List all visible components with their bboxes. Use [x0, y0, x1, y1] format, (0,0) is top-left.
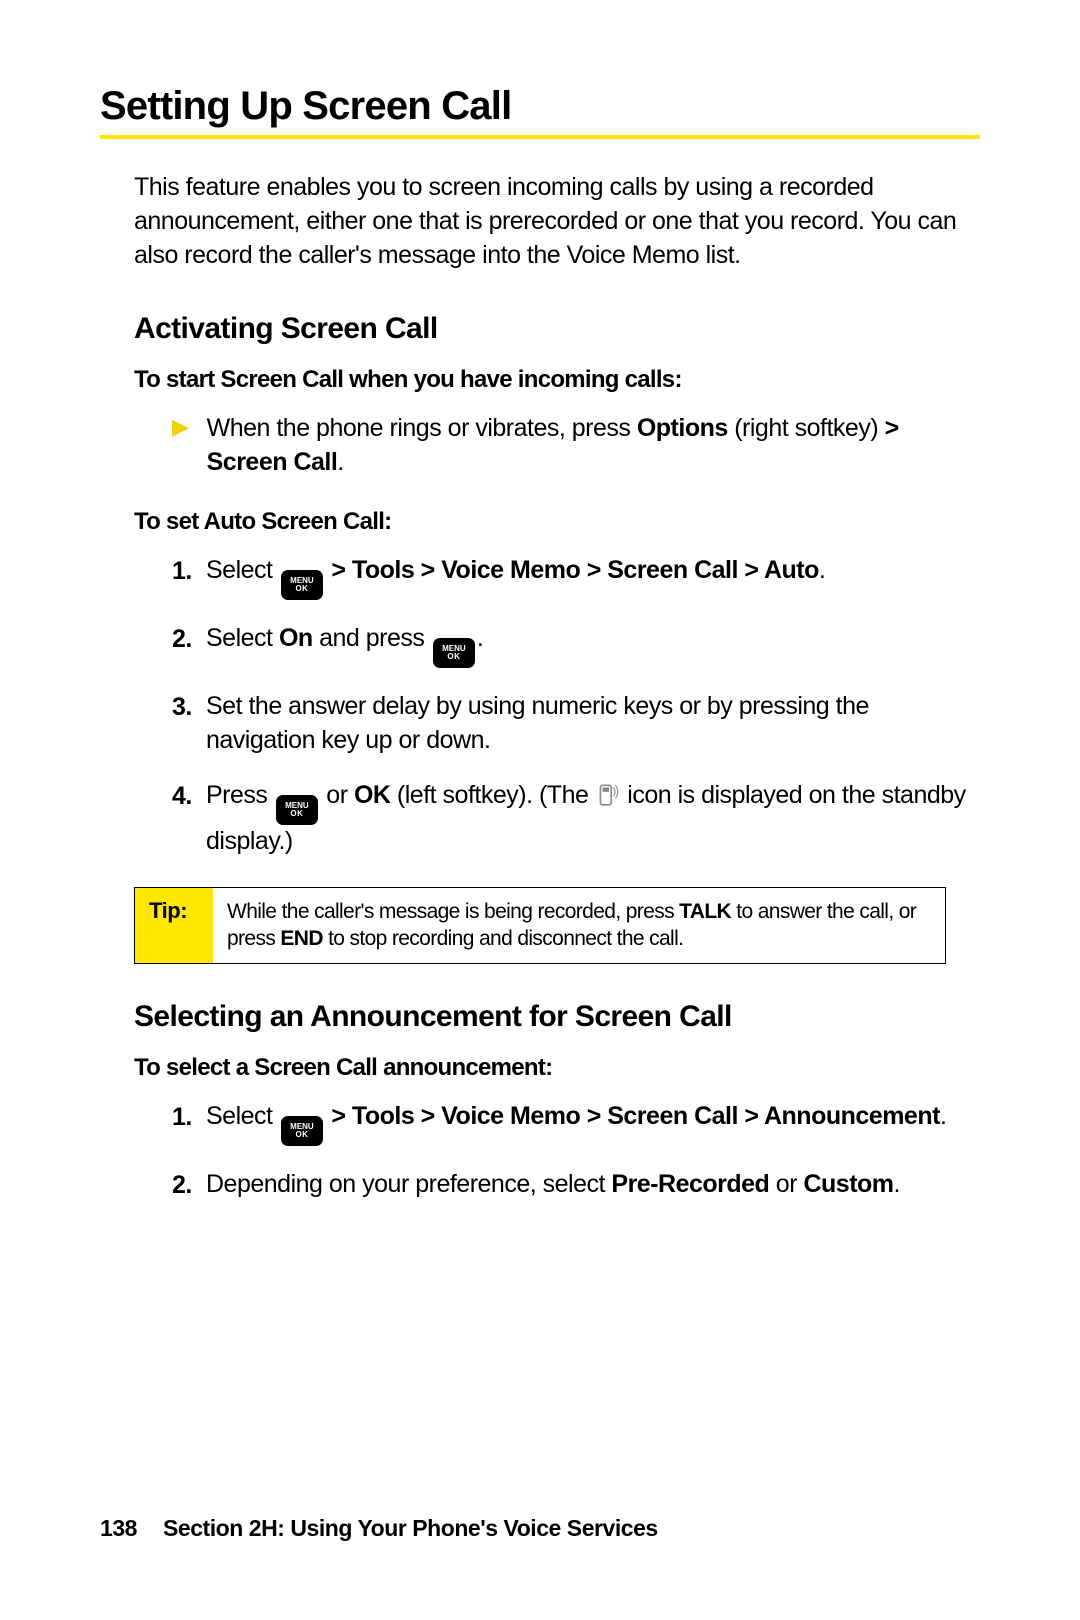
step-3: 3. Set the answer delay by using numeric… — [172, 690, 980, 758]
tip-text: While the caller's message is being reco… — [213, 888, 945, 963]
bold-path: > Tools > Voice Memo > Screen Call > Ann… — [325, 1102, 940, 1130]
text-fragment: or — [320, 781, 354, 809]
bold-custom: Custom — [803, 1170, 893, 1198]
step-text: Select MENUOK > Tools > Voice Memo > Scr… — [206, 1100, 980, 1146]
step-text: Set the answer delay by using numeric ke… — [206, 690, 980, 758]
text-fragment: When the phone rings or vibrates, press — [207, 414, 637, 442]
step-text: Select On and press MENUOK. — [206, 622, 980, 668]
step-number: 3. — [172, 690, 206, 758]
text-fragment: . — [337, 448, 343, 476]
step-text: Depending on your preference, select Pre… — [206, 1168, 980, 1203]
section-heading-announcement: Selecting an Announcement for Screen Cal… — [134, 1000, 980, 1034]
step-2: 2. Select On and press MENUOK. — [172, 622, 980, 668]
text-fragment: Select — [206, 624, 279, 652]
page-number: 138 — [100, 1515, 137, 1541]
bullet-item: ▶ When the phone rings or vibrates, pres… — [172, 412, 980, 480]
step-number: 2. — [172, 1168, 206, 1203]
bold-on: On — [279, 624, 313, 652]
bold-talk: TALK — [679, 900, 731, 923]
page-footer: 138 Section 2H: Using Your Phone's Voice … — [100, 1515, 658, 1542]
text-fragment: . — [477, 624, 483, 652]
text-fragment: . — [894, 1170, 900, 1198]
text-fragment: Select — [206, 1102, 279, 1130]
text-fragment: Depending on your preference, select — [206, 1170, 611, 1198]
page-title: Setting Up Screen Call — [100, 84, 980, 139]
step-1: 1. Select MENUOK > Tools > Voice Memo > … — [172, 554, 980, 600]
tip-label: Tip: — [135, 888, 213, 963]
text-fragment: or — [769, 1170, 803, 1198]
text-fragment: . — [819, 556, 825, 584]
bullet-text: When the phone rings or vibrates, press … — [207, 412, 980, 480]
step-number: 1. — [172, 554, 206, 600]
menu-ok-key-icon: MENUOK — [281, 570, 323, 600]
text-fragment: . — [940, 1102, 946, 1130]
text-fragment: and press — [313, 624, 431, 652]
step-text: Select MENUOK > Tools > Voice Memo > Scr… — [206, 554, 980, 600]
step-number: 1. — [172, 1100, 206, 1146]
bold-ok: OK — [354, 781, 391, 809]
step-number: 2. — [172, 622, 206, 668]
bold-options: Options — [637, 414, 728, 442]
tip-callout: Tip: While the caller's message is being… — [134, 887, 946, 964]
text-fragment: While the caller's message is being reco… — [227, 900, 679, 923]
phone-signal-icon — [595, 781, 621, 807]
menu-ok-key-icon: MENUOK — [433, 638, 475, 668]
intro-paragraph: This feature enables you to screen incom… — [134, 171, 980, 272]
text-fragment: Select — [206, 556, 279, 584]
step-4: 4. Press MENUOK or OK (left softkey). (T… — [172, 779, 980, 859]
bold-prerecorded: Pre-Recorded — [611, 1170, 769, 1198]
steps-list-announcement: 1. Select MENUOK > Tools > Voice Memo > … — [172, 1100, 980, 1203]
step-text: Press MENUOK or OK (left softkey). (The … — [206, 779, 980, 859]
text-fragment: (right softkey) — [728, 414, 885, 442]
subhead-select-announcement: To select a Screen Call announcement: — [134, 1054, 980, 1082]
text-fragment: to stop recording and disconnect the cal… — [323, 927, 683, 950]
section-heading-activating: Activating Screen Call — [134, 312, 980, 346]
subhead-auto-screen-call: To set Auto Screen Call: — [134, 508, 980, 536]
manual-page: Setting Up Screen Call This feature enab… — [0, 0, 1080, 1620]
subhead-start-screen-call: To start Screen Call when you have incom… — [134, 366, 980, 394]
menu-ok-key-icon: MENUOK — [281, 1116, 323, 1146]
step-1: 1. Select MENUOK > Tools > Voice Memo > … — [172, 1100, 980, 1146]
bold-end: END — [280, 927, 322, 950]
menu-ok-key-icon: MENUOK — [276, 795, 318, 825]
text-fragment: (left softkey). (The — [390, 781, 594, 809]
step-number: 4. — [172, 779, 206, 859]
text-fragment: Press — [206, 781, 274, 809]
footer-section-text: Section 2H: Using Your Phone's Voice Ser… — [163, 1515, 658, 1541]
steps-list-auto: 1. Select MENUOK > Tools > Voice Memo > … — [172, 554, 980, 859]
bold-path: > Tools > Voice Memo > Screen Call > Aut… — [325, 556, 819, 584]
step-2: 2. Depending on your preference, select … — [172, 1168, 980, 1203]
triangle-bullet-icon: ▶ — [172, 412, 189, 480]
